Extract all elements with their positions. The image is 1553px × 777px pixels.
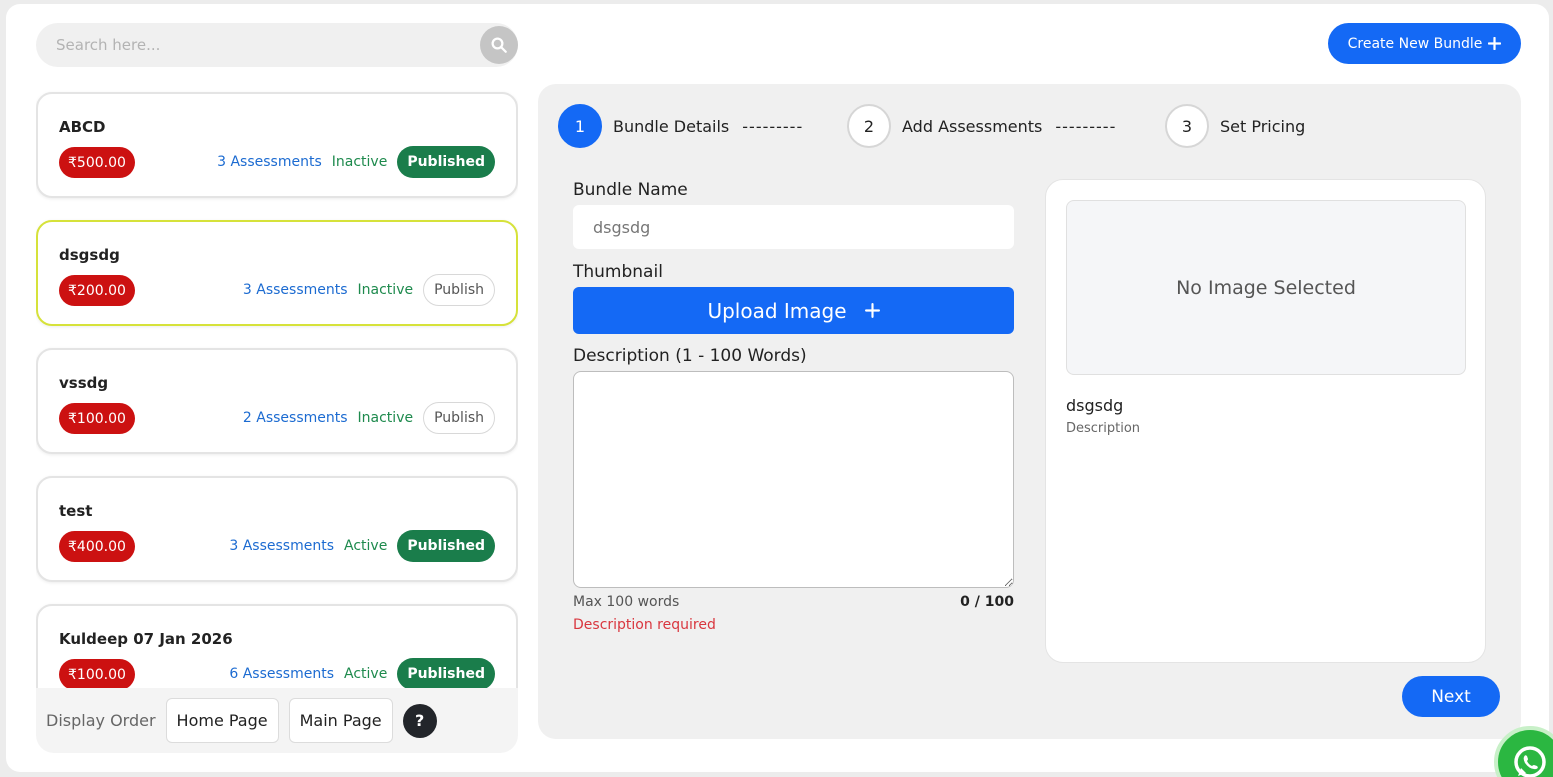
status-text: Inactive [357,282,414,298]
search-bar [36,23,518,67]
price-badge: ₹500.00 [59,147,135,178]
preview-description: Description [1066,421,1141,436]
bundle-title: vssdg [59,374,109,392]
next-button[interactable]: Next [1402,676,1500,717]
price-badge: ₹100.00 [59,659,135,688]
assessment-count-link[interactable]: 3 Assessments [229,538,334,554]
help-icon[interactable]: ? [402,703,437,738]
step-number: 3 [1165,104,1209,148]
step-number: 2 [847,104,891,148]
whatsapp-icon [1514,746,1546,777]
step-connector: --------- [1055,116,1117,136]
publish-button[interactable]: Publish [423,274,495,306]
assessment-count-link[interactable]: 2 Assessments [243,410,348,426]
thumbnail-label: Thumbnail [573,262,663,282]
step-bundle-details[interactable]: 1 Bundle Details --------- [558,104,803,148]
description-label: Description (1 - 100 Words) [573,346,807,366]
word-count: 0 / 100 [960,594,1014,610]
status-text: Active [344,538,388,554]
price-badge: ₹200.00 [59,275,135,306]
bundle-title: ABCD [59,118,106,136]
bundle-title: test [59,502,93,520]
description-error: Description required [573,617,716,633]
status-text: Active [344,666,388,682]
status-text: Inactive [331,154,388,170]
price-badge: ₹400.00 [59,531,135,562]
step-set-pricing[interactable]: 3 Set Pricing [1165,104,1305,148]
create-new-bundle-label: Create New Bundle [1347,35,1483,52]
publish-button[interactable]: Published [397,658,495,688]
step-label: Bundle Details [613,116,730,136]
step-number: 1 [558,104,602,148]
publish-button[interactable]: Publish [423,402,495,434]
bundle-card[interactable]: dsgsdg ₹200.00 3 Assessments Inactive Pu… [36,220,518,326]
plus-icon [864,303,880,318]
search-input[interactable] [36,23,476,67]
main-page-button[interactable]: Main Page [288,698,393,743]
display-order-bar: Display Order Home Page Main Page ? [36,688,518,753]
status-text: Inactive [357,410,414,426]
description-textarea[interactable] [573,371,1014,588]
bundle-card[interactable]: ABCD ₹500.00 3 Assessments Inactive Publ… [36,92,518,198]
word-limit-hint: Max 100 words [573,594,680,610]
assessment-count-link[interactable]: 3 Assessments [217,154,322,170]
bundle-preview-card: No Image Selected dsgsdg Description [1045,179,1486,663]
bundle-form-panel: 1 Bundle Details --------- 2 Add Assessm… [538,84,1521,739]
search-icon [491,37,507,53]
preview-title: dsgsdg [1066,396,1124,415]
bundle-list: ABCD ₹500.00 3 Assessments Inactive Publ… [36,88,518,688]
thumbnail-placeholder: No Image Selected [1066,200,1466,375]
bundle-card[interactable]: Kuldeep 07 Jan 2026 ₹100.00 6 Assessment… [36,604,518,688]
bundle-card[interactable]: test ₹400.00 3 Assessments Active Publis… [36,476,518,582]
assessment-count-link[interactable]: 3 Assessments [243,282,348,298]
step-connector: --------- [742,116,804,136]
assessment-count-link[interactable]: 6 Assessments [229,666,334,682]
step-label: Set Pricing [1220,116,1306,136]
create-new-bundle-button[interactable]: Create New Bundle [1328,23,1521,64]
display-order-label: Display Order [46,711,156,730]
home-page-button[interactable]: Home Page [165,698,279,743]
step-label: Add Assessments [902,116,1043,136]
publish-button[interactable]: Published [397,146,495,178]
bundle-name-input[interactable] [573,205,1014,249]
upload-image-label: Upload Image [707,298,847,323]
bundle-name-label: Bundle Name [573,180,688,200]
bundle-card[interactable]: vssdg ₹100.00 2 Assessments Inactive Pub… [36,348,518,454]
bundle-title: Kuldeep 07 Jan 2026 [59,630,233,648]
step-add-assessments[interactable]: 2 Add Assessments --------- [847,104,1116,148]
price-badge: ₹100.00 [59,403,135,434]
upload-image-button[interactable]: Upload Image [573,287,1014,334]
search-button[interactable] [480,26,518,64]
bundle-title: dsgsdg [59,246,120,264]
publish-button[interactable]: Published [397,530,495,562]
plus-icon [1488,37,1502,50]
